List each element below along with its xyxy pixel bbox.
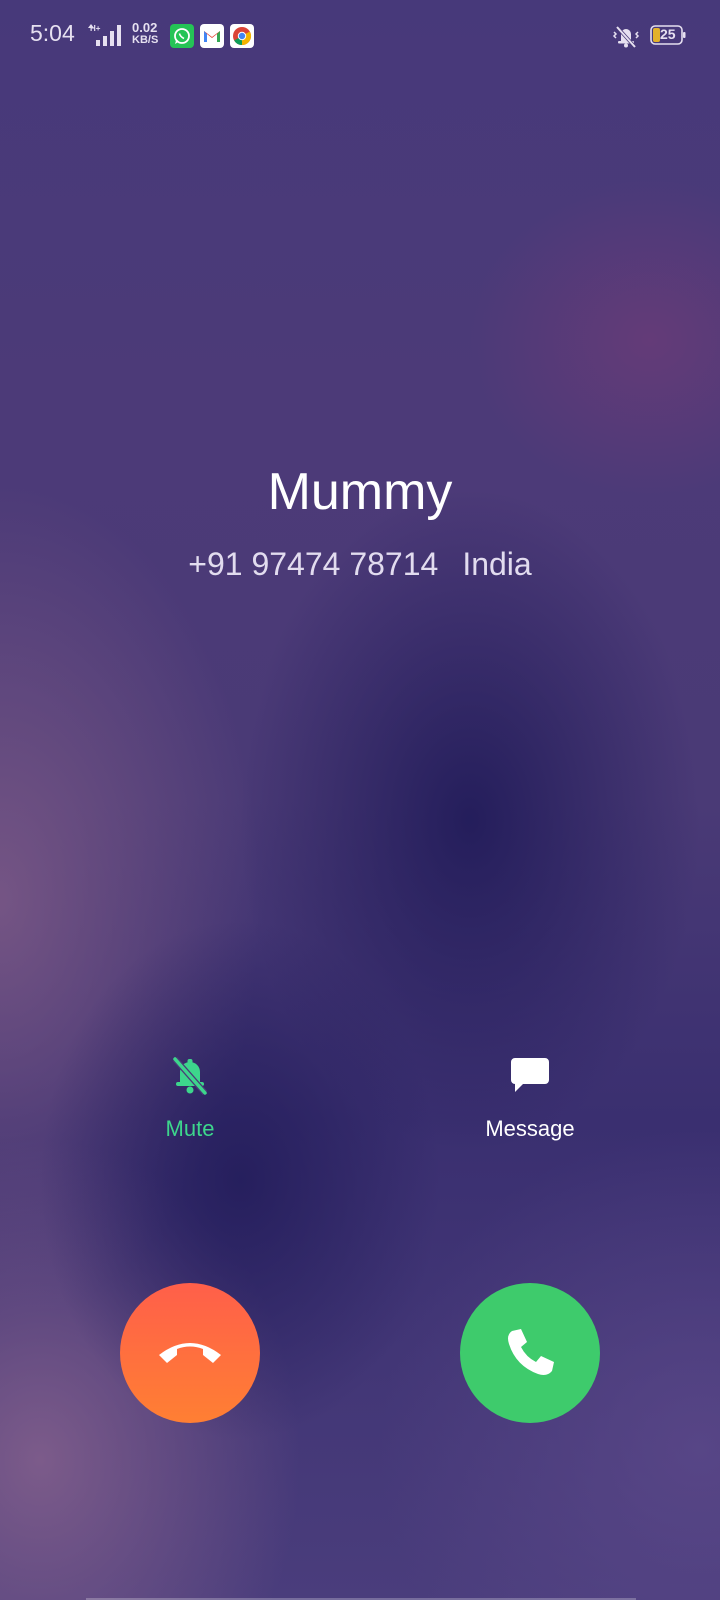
status-time: 5:04 [30, 20, 75, 46]
caller-number: +91 97474 78714 [188, 546, 439, 582]
background-gradient [0, 0, 720, 1600]
message-label: Message [485, 1116, 575, 1141]
vibrate-silent-icon [612, 25, 640, 49]
whatsapp-icon [170, 24, 194, 48]
answer-call-button[interactable] [460, 1283, 600, 1423]
gmail-icon [200, 24, 224, 48]
bell-off-icon [172, 1057, 208, 1095]
status-bar: 5:04 H+ 0.02 KB/S 25 [0, 0, 720, 72]
network-speed-value: 0.02 [132, 20, 158, 35]
caller-number-line: +91 97474 78714 India [0, 546, 720, 583]
hang-up-icon [159, 1343, 221, 1363]
chrome-icon [230, 24, 254, 48]
phone-icon [508, 1329, 554, 1375]
message-bubble-icon [511, 1058, 549, 1092]
mute-button[interactable]: Mute [90, 1050, 290, 1142]
signal-strength-icon: H+ [88, 24, 121, 46]
caller-name: Mummy [267, 463, 453, 521]
network-speed: 0.02 KB/S [132, 20, 159, 46]
network-speed-unit: KB/S [132, 34, 159, 46]
decline-call-button[interactable] [120, 1283, 260, 1423]
message-button[interactable]: Message [430, 1050, 630, 1142]
mute-label: Mute [165, 1116, 215, 1141]
caller-location: India [462, 546, 532, 582]
battery-level: 25 [660, 26, 676, 42]
incoming-call-screen: 5:04 H+ 0.02 KB/S 25 Mummy +91 97474 787… [0, 0, 720, 1600]
